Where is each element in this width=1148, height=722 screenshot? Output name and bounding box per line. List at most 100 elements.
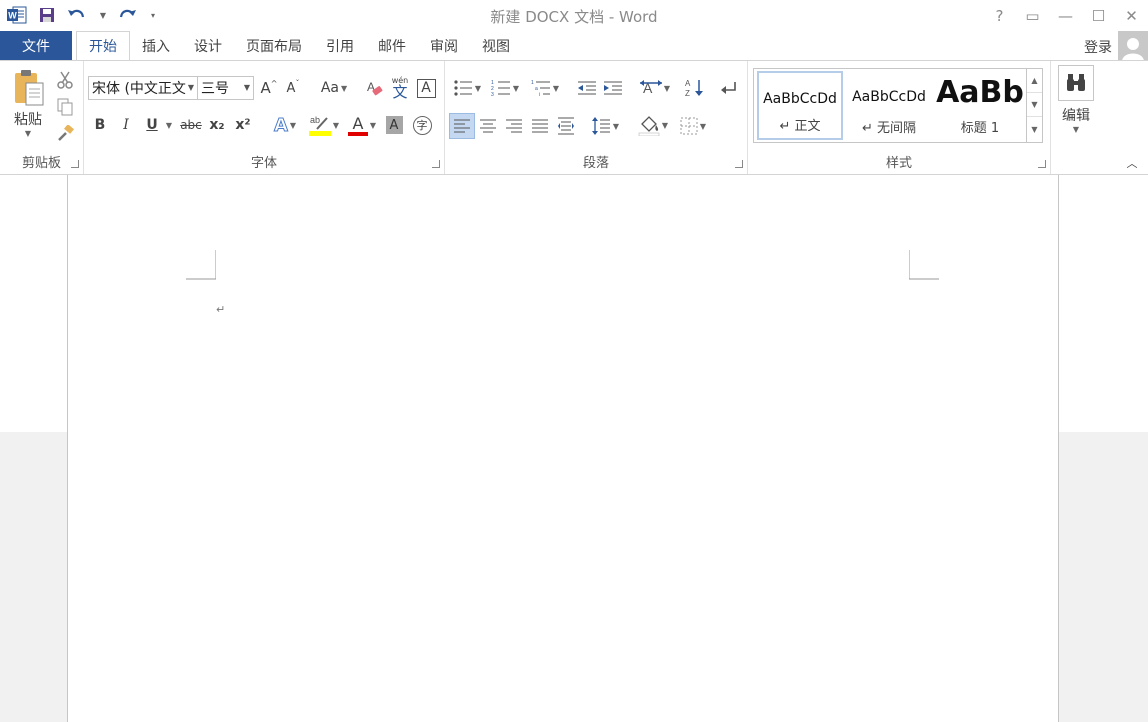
underline-dropdown-icon[interactable]: ▼ [162, 113, 174, 137]
editing-label: 编辑 [1062, 108, 1090, 124]
help-button[interactable]: ? [983, 0, 1016, 31]
bold-button[interactable]: B [90, 113, 110, 137]
character-border-icon: A [416, 78, 436, 98]
customize-qat-icon[interactable]: ▾ [146, 4, 158, 26]
svg-text:i: i [539, 92, 540, 97]
numbering-icon: 123 [491, 80, 510, 97]
tab-design[interactable]: 设计 [182, 31, 234, 60]
maximize-button[interactable]: ☐ [1082, 0, 1115, 31]
character-shading-button[interactable]: A [384, 113, 404, 137]
grow-font-button[interactable]: A ^ [258, 76, 280, 100]
align-center-icon[interactable] [475, 113, 501, 139]
highlight-button[interactable]: ab ▼ [306, 111, 342, 139]
tab-home[interactable]: 开始 [76, 31, 130, 61]
svg-text:1: 1 [531, 80, 534, 86]
style-heading-1-name: 标题 1 [960, 121, 1000, 136]
styles-group-label: 样式 [885, 156, 912, 171]
font-name-value: 宋体 (中文正文 [92, 81, 186, 97]
tab-view[interactable]: 视图 [470, 31, 522, 60]
tab-insert[interactable]: 插入 [130, 31, 182, 60]
borders-button[interactable]: ▼ [675, 113, 711, 139]
multilevel-list-button[interactable]: 1 a i ▼ [527, 76, 563, 100]
tab-file[interactable]: 文件 [0, 31, 72, 60]
font-group-label: 字体 [250, 156, 277, 171]
justify-icon[interactable] [527, 113, 553, 139]
style-normal-name: ↵ 正文 [779, 119, 821, 134]
sign-in-link[interactable]: 登录 [1084, 37, 1112, 57]
gallery-down-icon[interactable]: ▼ [1027, 93, 1042, 117]
style-no-spacing[interactable]: AaBbCcDd ↵ 无间隔 [846, 71, 932, 140]
superscript-button[interactable]: x² [232, 113, 254, 137]
clipboard-launcher-icon[interactable] [71, 160, 79, 168]
sort-icon[interactable]: AZ [683, 76, 707, 100]
redo-icon[interactable] [116, 4, 138, 26]
style-normal[interactable]: AaBbCcDd ↵ 正文 [757, 71, 843, 140]
text-effects-button[interactable]: A ▼ [268, 113, 302, 137]
format-painter-icon[interactable] [54, 123, 76, 145]
font-group: 宋体 (中文正文 ▼ 三号 ▼ A ^ Aˇ Aa ▼ A wén 文 A B I … [84, 61, 445, 174]
svg-text:3: 3 [491, 92, 494, 97]
font-name-combo[interactable]: 宋体 (中文正文 ▼ [88, 76, 198, 100]
change-case-button[interactable]: Aa ▼ [316, 76, 352, 100]
styles-launcher-icon[interactable] [1038, 160, 1046, 168]
grow-font-icon: A [260, 79, 271, 97]
font-color-button[interactable]: A ▼ [344, 111, 380, 139]
change-case-icon: Aa [320, 80, 339, 96]
increase-indent-icon[interactable] [601, 76, 625, 100]
editing-button[interactable]: 编辑 ▼ [1057, 65, 1095, 143]
tab-review[interactable]: 审阅 [418, 31, 470, 60]
distributed-icon[interactable] [553, 113, 579, 139]
chinese-layout-button[interactable]: A ▼ [637, 76, 673, 100]
font-size-combo[interactable]: 三号 ▼ [197, 76, 254, 100]
paste-button[interactable]: 粘贴 ▼ [8, 67, 48, 145]
style-normal-sample: AaBbCcDd [763, 91, 837, 107]
highlight-icon: ab [308, 115, 331, 136]
word-logo-icon[interactable]: W [6, 4, 28, 26]
styles-gallery-scroll: ▲ ▼ ▼ [1026, 69, 1042, 142]
italic-button[interactable]: I [116, 113, 136, 137]
shading-button[interactable]: ▼ [635, 111, 671, 139]
show-hide-marks-icon[interactable] [717, 76, 741, 100]
strikethrough-button[interactable]: abc [178, 113, 204, 137]
shrink-font-button[interactable]: Aˇ [282, 76, 304, 100]
paragraph-launcher-icon[interactable] [735, 160, 743, 168]
phonetic-guide-button[interactable]: wén 文 [388, 74, 412, 102]
crop-mark-top-right [909, 250, 939, 280]
copy-icon[interactable] [54, 96, 76, 118]
align-left-icon[interactable] [449, 113, 475, 139]
gallery-up-icon[interactable]: ▲ [1027, 69, 1042, 93]
character-border-button[interactable]: A [415, 76, 437, 100]
bullets-icon [454, 80, 472, 96]
avatar[interactable] [1118, 31, 1148, 61]
font-launcher-icon[interactable] [432, 160, 440, 168]
bullets-button[interactable]: ▼ [449, 76, 485, 100]
tab-page-layout[interactable]: 页面布局 [234, 31, 314, 60]
font-name-dropdown-icon: ▼ [187, 83, 194, 92]
undo-icon[interactable] [66, 4, 88, 26]
close-button[interactable]: ✕ [1115, 0, 1148, 31]
shrink-font-icon: A [286, 80, 296, 96]
cut-icon[interactable] [54, 69, 76, 91]
clear-formatting-icon[interactable]: A [364, 76, 386, 100]
minimize-button[interactable]: — [1049, 0, 1082, 31]
save-icon[interactable] [36, 4, 58, 26]
ribbon-display-options-button[interactable]: ▭ [1016, 0, 1049, 31]
underline-button[interactable]: U [142, 113, 162, 137]
gallery-more-icon[interactable]: ▼ [1027, 117, 1042, 141]
tab-mailings[interactable]: 邮件 [366, 31, 418, 60]
tab-references[interactable]: 引用 [314, 31, 366, 60]
decrease-indent-icon[interactable] [575, 76, 599, 100]
numbering-button[interactable]: 1 2 3 ▼ [487, 76, 523, 100]
subscript-button[interactable]: x₂ [206, 113, 228, 137]
collapse-ribbon-icon[interactable]: ︿ [1124, 156, 1140, 170]
align-right-icon[interactable] [501, 113, 527, 139]
title-bar: W ▼ ▾ 新建 DOCX 文档 - Word ? ▭ — ☐ ✕ [0, 0, 1148, 31]
document-page[interactable]: ↵ [67, 175, 1059, 722]
enclose-characters-button[interactable]: 字 [410, 113, 434, 137]
style-heading-1[interactable]: AaBb 标题 1 [935, 71, 1025, 140]
undo-dropdown-icon[interactable]: ▼ [96, 4, 108, 26]
font-color-icon: A [352, 113, 364, 133]
find-binoculars-icon [1067, 74, 1085, 91]
clipboard-group: 粘贴 ▼ 剪贴板 [0, 61, 84, 174]
line-spacing-button[interactable]: ▼ [587, 113, 623, 139]
